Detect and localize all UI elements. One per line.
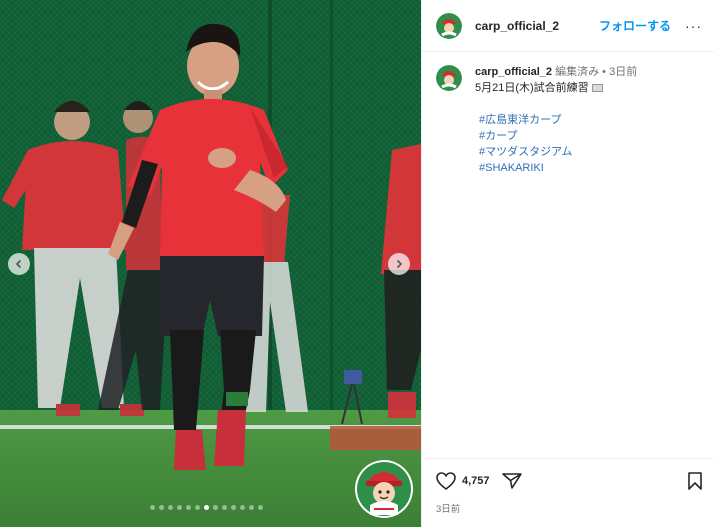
share-button[interactable] (501, 472, 522, 490)
follow-button[interactable]: フォローする (599, 17, 671, 34)
hashtag-link[interactable]: #カープ (479, 128, 637, 144)
post-media[interactable] (0, 0, 421, 527)
caption-avatar[interactable] (436, 65, 462, 91)
carousel-dot (177, 505, 182, 510)
carousel-dot (186, 505, 191, 510)
carousel-dot (222, 505, 227, 510)
hashtag-link[interactable]: #SHAKARIKI (479, 160, 637, 176)
carousel-dot (195, 505, 200, 510)
carousel-dot (159, 505, 164, 510)
hashtag-list: #広島東洋カープ #カープ #マツダスタジアム #SHAKARIKI (475, 112, 637, 176)
like-button[interactable] (436, 472, 456, 490)
carousel-dot (249, 505, 254, 510)
carousel-next-button[interactable] (388, 253, 410, 275)
camera-icon (591, 84, 603, 93)
carp-logo-icon (436, 12, 462, 39)
carousel-prev-button[interactable] (8, 253, 30, 275)
instagram-post: carp_official_2 フォローする ··· carp_official… (0, 0, 714, 527)
carousel-dot (231, 505, 236, 510)
post-timestamp: 3日前 (436, 504, 461, 515)
carp-logo-icon (436, 65, 462, 91)
caption-body: carp_official_2 編集済み • 3日前 5月21日(木)試合前練習… (475, 64, 637, 176)
caption-username[interactable]: carp_official_2 (475, 66, 552, 78)
carousel-dot (240, 505, 245, 510)
chevron-left-icon (15, 259, 22, 269)
carousel-dots (150, 505, 263, 510)
bookmark-icon (688, 472, 702, 490)
post-caption: carp_official_2 編集済み • 3日前 5月21日(木)試合前練習… (422, 52, 714, 176)
heart-icon (436, 472, 456, 490)
meta-separator: • (602, 66, 607, 78)
save-button[interactable] (687, 472, 703, 490)
edited-label: 編集済み (555, 66, 600, 78)
caption-text: 5月21日(木)試合前練習 (475, 82, 589, 94)
post-photo (0, 0, 421, 527)
action-row: 4,757 (436, 469, 703, 493)
carousel-dot (204, 505, 209, 510)
carousel-dot (213, 505, 218, 510)
post-header: carp_official_2 フォローする ··· (422, 0, 714, 52)
post-actions: 4,757 3日前 (422, 458, 714, 515)
more-options-icon[interactable]: ··· (685, 18, 702, 34)
carousel-dot (150, 505, 155, 510)
chevron-right-icon (396, 259, 403, 269)
header-username[interactable]: carp_official_2 (475, 19, 559, 33)
carp-mascot-sticker (355, 460, 413, 518)
carousel-dot (258, 505, 263, 510)
send-icon (501, 473, 522, 489)
hashtag-link[interactable]: #広島東洋カープ (479, 112, 637, 128)
like-count[interactable]: 4,757 (462, 475, 490, 487)
avatar[interactable] (436, 12, 462, 39)
caption-time[interactable]: 3日前 (609, 66, 637, 78)
hashtag-link[interactable]: #マツダスタジアム (479, 144, 637, 160)
post-sidebar: carp_official_2 フォローする ··· carp_official… (421, 0, 714, 527)
carousel-dot (168, 505, 173, 510)
